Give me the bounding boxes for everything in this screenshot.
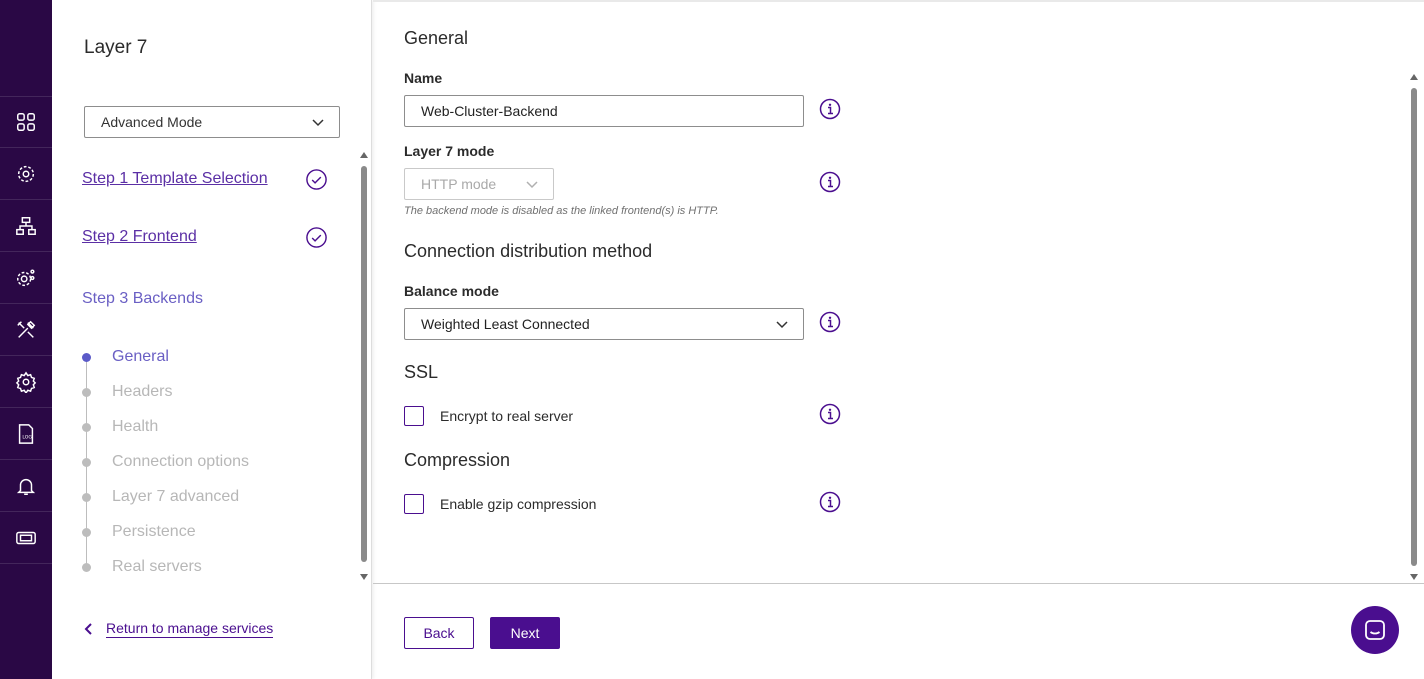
ticket-icon — [16, 531, 36, 544]
substep-dot — [82, 422, 91, 432]
chevron-left-icon — [84, 623, 92, 635]
ssl-checkbox-label: Encrypt to real server — [440, 408, 574, 424]
name-input-value: Web-Cluster-Backend — [421, 103, 558, 119]
return-link-label: Return to manage services — [106, 620, 274, 638]
substep-connection-options[interactable]: Connection options — [82, 452, 249, 472]
scroll-up-arrow[interactable] — [1410, 74, 1418, 80]
compression-heading: Compression — [404, 450, 511, 470]
substep-health[interactable]: Health — [82, 417, 158, 437]
info-icon[interactable] — [819, 403, 841, 425]
next-button[interactable]: Next — [490, 617, 560, 649]
substep-dot — [82, 457, 91, 467]
layer7-mode-label: Layer 7 mode — [404, 143, 495, 159]
substep-layer7-advanced[interactable]: Layer 7 advanced — [82, 487, 239, 507]
tools-icon — [17, 320, 36, 338]
chevron-down-icon — [312, 119, 324, 127]
rail-tools[interactable] — [0, 304, 52, 356]
compression-checkbox[interactable] — [404, 494, 424, 514]
ssl-heading: SSL — [404, 362, 439, 382]
scroll-up-arrow[interactable] — [360, 152, 368, 158]
rail-notifications[interactable] — [0, 460, 52, 512]
substep-dot — [82, 387, 91, 397]
chevron-down-icon — [526, 181, 538, 189]
step-2-link[interactable]: Step 2 Frontend — [82, 228, 197, 246]
name-label: Name — [404, 70, 443, 86]
substep-label: Layer 7 advanced — [112, 488, 240, 505]
check-circle-icon — [306, 227, 327, 248]
info-icon[interactable] — [819, 171, 841, 193]
chevron-down-icon — [776, 321, 788, 329]
substep-dot — [82, 527, 91, 537]
substep-dot — [82, 492, 91, 502]
substep-persistence[interactable]: Persistence — [82, 522, 196, 542]
check-circle-icon — [306, 169, 327, 190]
chat-icon — [1365, 620, 1385, 640]
compression-checkbox-row[interactable]: Enable gzip compression — [404, 494, 596, 514]
layer7-mode-select: HTTP mode — [404, 168, 554, 200]
general-heading: General — [404, 28, 469, 48]
substep-label: General — [112, 348, 169, 365]
back-button[interactable]: Back — [404, 617, 474, 649]
balance-mode-value: Weighted Least Connected — [421, 316, 590, 332]
step-1-link[interactable]: Step 1 Template Selection — [82, 170, 268, 188]
wizard-scrollbar[interactable] — [359, 152, 369, 580]
rail-settings[interactable] — [0, 356, 52, 408]
substep-label: Health — [112, 418, 159, 435]
return-to-services-link[interactable]: Return to manage services — [82, 620, 274, 638]
substep-dot — [82, 562, 91, 572]
mode-select[interactable]: Advanced Mode — [84, 106, 340, 138]
substep-headers[interactable]: Headers — [82, 382, 172, 402]
ssl-checkbox-row[interactable]: Encrypt to real server — [404, 406, 573, 426]
main-form: General Name Web-Cluster-Backend Layer 7… — [373, 0, 1424, 583]
scrollbar-thumb[interactable] — [361, 166, 367, 562]
substep-label: Headers — [112, 383, 173, 400]
bell-icon — [16, 478, 36, 495]
wizard-sidebar: Layer 7 Advanced Mode Step 1 Template Se… — [52, 0, 372, 679]
icon-rail: LOG — [0, 0, 52, 679]
info-icon[interactable] — [819, 98, 841, 120]
log-icon: LOG — [18, 423, 34, 444]
step-3-current[interactable]: Step 3 Backends — [82, 290, 203, 308]
scroll-down-arrow[interactable] — [1410, 574, 1418, 580]
network-icon — [16, 216, 36, 235]
rail-network[interactable] — [0, 200, 52, 252]
wizard-footer: Back Next — [373, 583, 1424, 679]
substep-general[interactable]: General — [82, 347, 169, 367]
rail-logs[interactable]: LOG — [0, 408, 52, 460]
rail-cluster[interactable] — [0, 148, 52, 200]
log-icon-text: LOG — [22, 434, 32, 440]
name-input[interactable]: Web-Cluster-Backend — [404, 95, 804, 127]
gear-icon — [15, 371, 37, 393]
balance-mode-select[interactable]: Weighted Least Connected — [404, 308, 804, 340]
rail-service-settings[interactable] — [0, 252, 52, 304]
distribution-heading: Connection distribution method — [404, 241, 653, 261]
info-icon[interactable] — [819, 491, 841, 513]
substep-real-servers[interactable]: Real servers — [82, 557, 202, 577]
substep-dot — [82, 352, 91, 362]
chat-launcher-button[interactable] — [1351, 606, 1399, 654]
scrollbar-thumb[interactable] — [1411, 88, 1417, 566]
layer7-mode-hint: The backend mode is disabled as the link… — [404, 205, 719, 217]
rail-dashboard[interactable] — [0, 96, 52, 148]
info-icon[interactable] — [819, 311, 841, 333]
mode-select-value: Advanced Mode — [101, 114, 203, 130]
rail-tickets[interactable] — [0, 512, 52, 564]
substep-label: Real servers — [112, 558, 202, 575]
wizard-title: Layer 7 — [84, 37, 148, 58]
cluster-icon — [17, 165, 35, 182]
scroll-down-arrow[interactable] — [360, 574, 368, 580]
form-scrollbar[interactable] — [1409, 74, 1419, 580]
ssl-checkbox[interactable] — [404, 406, 424, 426]
dashboard-icon — [17, 113, 35, 131]
service-settings-icon — [17, 268, 35, 286]
substep-label: Connection options — [112, 453, 249, 470]
compression-checkbox-label: Enable gzip compression — [440, 496, 597, 512]
substep-label: Persistence — [112, 523, 196, 540]
layer7-mode-value: HTTP mode — [421, 176, 497, 192]
balance-mode-label: Balance mode — [404, 283, 499, 299]
